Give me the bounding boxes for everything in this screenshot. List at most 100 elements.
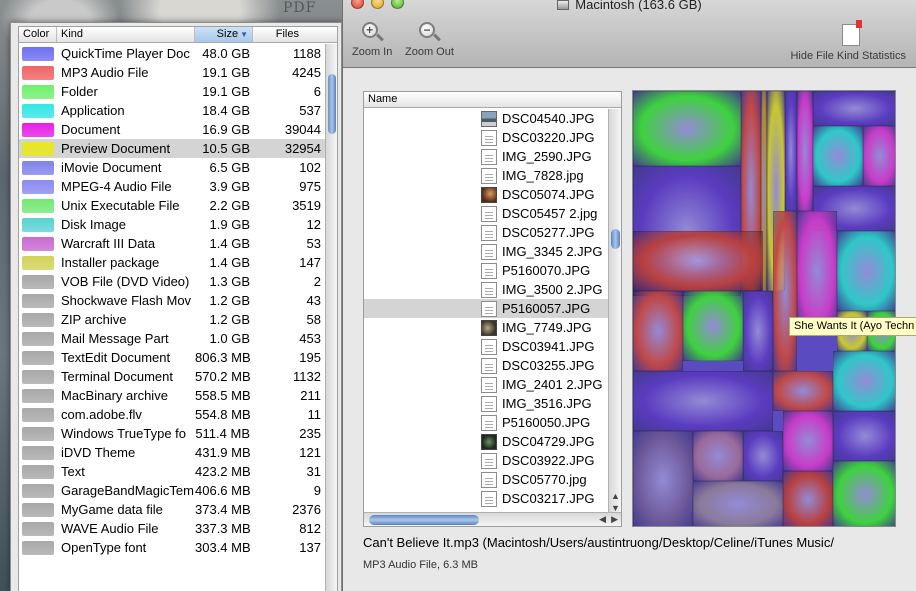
file-row[interactable]: IMG_7828.jpg bbox=[364, 166, 610, 185]
treemap-block[interactable] bbox=[693, 481, 783, 526]
kind-row[interactable]: com.adobe.flv 554.8 MB 11 bbox=[19, 405, 337, 424]
file-row[interactable]: IMG_7749.JPG bbox=[364, 318, 610, 337]
kind-row[interactable]: OpenType font 303.4 MB 137 bbox=[19, 538, 337, 557]
kind-row[interactable]: Shockwave Flash Mov 1.2 GB 43 bbox=[19, 291, 337, 310]
treemap-block[interactable] bbox=[693, 431, 743, 481]
treemap-block[interactable] bbox=[833, 351, 895, 411]
file-row[interactable]: DSC03255.JPG bbox=[364, 356, 610, 375]
kind-row[interactable]: TextEdit Document 806.3 MB 195 bbox=[19, 348, 337, 367]
kind-row[interactable]: MacBinary archive 558.5 MB 211 bbox=[19, 386, 337, 405]
treemap-block[interactable] bbox=[797, 91, 813, 211]
kind-row[interactable]: Disk Image 1.9 GB 12 bbox=[19, 215, 337, 234]
kind-row[interactable]: Folder 19.1 GB 6 bbox=[19, 82, 337, 101]
treemap-block[interactable] bbox=[813, 126, 863, 186]
file-row[interactable]: DSC03220.JPG bbox=[364, 128, 610, 147]
kind-row[interactable]: Unix Executable File 2.2 GB 3519 bbox=[19, 196, 337, 215]
treemap-block[interactable] bbox=[633, 371, 773, 431]
kind-row[interactable]: Application 18.4 GB 537 bbox=[19, 101, 337, 120]
kind-row[interactable]: Warcraft III Data 1.4 GB 53 bbox=[19, 234, 337, 253]
kind-row[interactable]: GarageBandMagicTem 406.6 MB 9 bbox=[19, 481, 337, 500]
kind-row[interactable]: MPEG-4 Audio File 3.9 GB 975 bbox=[19, 177, 337, 196]
file-row[interactable]: DSC03941.JPG bbox=[364, 337, 610, 356]
hide-file-kind-statistics-button[interactable]: Hide File Kind Statistics bbox=[790, 20, 906, 62]
file-row[interactable]: IMG_3500 2.JPG bbox=[364, 280, 610, 299]
treemap-block[interactable] bbox=[633, 291, 683, 371]
treemap-block[interactable] bbox=[797, 211, 837, 331]
file-row[interactable]: IMG_3345 2.JPG bbox=[364, 242, 610, 261]
file-list: DSC04540.JPG DSC03220.JPG IMG_2590.JPG IMG_… bbox=[364, 109, 610, 508]
kind-row[interactable]: Installer package 1.4 GB 147 bbox=[19, 253, 337, 272]
treemap-block[interactable] bbox=[743, 291, 773, 371]
kind-row[interactable]: Mail Message Part 1.0 GB 453 bbox=[19, 329, 337, 348]
file-icon bbox=[481, 205, 497, 222]
file-row[interactable]: DSC05277.JPG bbox=[364, 223, 610, 242]
kind-file-count: 39044 bbox=[284, 122, 321, 137]
treemap-block[interactable] bbox=[773, 211, 797, 371]
file-row[interactable]: DSC05457 2.jpg bbox=[364, 204, 610, 223]
file-browser-horizontal-scrollbar[interactable]: ◀ ▶ bbox=[364, 512, 621, 526]
treemap-block[interactable] bbox=[633, 431, 693, 526]
kind-row[interactable]: iMovie Document 6.5 GB 102 bbox=[19, 158, 337, 177]
kind-row[interactable]: Windows TrueType fo 511.4 MB 235 bbox=[19, 424, 337, 443]
kind-row[interactable]: MP3 Audio File 19.1 GB 4245 bbox=[19, 63, 337, 82]
file-row[interactable]: IMG_2590.JPG bbox=[364, 147, 610, 166]
treemap-block[interactable] bbox=[783, 411, 833, 471]
kind-name: GarageBandMagicTem bbox=[61, 483, 194, 498]
file-row[interactable]: P5160050.JPG bbox=[364, 413, 610, 432]
kind-row[interactable]: Preview Document 10.5 GB 32954 bbox=[19, 139, 337, 158]
kind-row[interactable]: Document 16.9 GB 39044 bbox=[19, 120, 337, 139]
file-browser-vertical-scrollbar[interactable]: ▲ ▼ bbox=[608, 109, 621, 513]
treemap-block[interactable] bbox=[773, 371, 833, 411]
kind-row[interactable]: MyGame data file 373.4 MB 2376 bbox=[19, 500, 337, 519]
file-row[interactable]: DSC05770.jpg bbox=[364, 470, 610, 489]
treemap-block[interactable] bbox=[633, 91, 741, 166]
kind-row[interactable]: Text 423.2 MB 31 bbox=[19, 462, 337, 481]
file-row[interactable]: IMG_2401 2.JPG bbox=[364, 375, 610, 394]
color-swatch bbox=[22, 483, 54, 498]
file-row[interactable]: DSC03922.JPG bbox=[364, 451, 610, 470]
file-browser-scroll-thumb[interactable] bbox=[611, 229, 620, 249]
kind-row[interactable]: Terminal Document 570.2 MB 1132 bbox=[19, 367, 337, 386]
treemap-block[interactable] bbox=[633, 231, 763, 291]
column-header-color[interactable]: Color bbox=[19, 27, 57, 42]
file-row[interactable]: DSC04729.JPG bbox=[364, 432, 610, 451]
zoom-in-button[interactable]: + Zoom In bbox=[352, 22, 392, 58]
file-row[interactable]: P5160070.JPG bbox=[364, 261, 610, 280]
treemap-block[interactable] bbox=[785, 91, 797, 211]
file-row[interactable]: DSC05074.JPG bbox=[364, 185, 610, 204]
treemap-block[interactable] bbox=[833, 461, 895, 526]
kind-row[interactable]: WAVE Audio File 337.3 MB 812 bbox=[19, 519, 337, 538]
kind-file-count: 6 bbox=[313, 84, 321, 99]
file-row[interactable]: DSC04540.JPG bbox=[364, 109, 610, 128]
kind-row[interactable]: iDVD Theme 431.9 MB 121 bbox=[19, 443, 337, 462]
scroll-left-arrow-icon[interactable]: ◀ bbox=[599, 514, 606, 525]
file-row[interactable]: P5160057.JPG bbox=[364, 299, 610, 318]
treemap-block[interactable] bbox=[813, 91, 895, 126]
scroll-up-arrow-icon[interactable]: ▲ bbox=[611, 491, 620, 501]
kind-vertical-scrollbar[interactable] bbox=[325, 44, 337, 591]
treemap-block[interactable] bbox=[783, 471, 833, 526]
treemap-block[interactable] bbox=[863, 126, 895, 186]
file-icon bbox=[481, 110, 497, 127]
file-row[interactable]: DSC03217.JPG bbox=[364, 489, 610, 508]
disk-usage-treemap[interactable] bbox=[632, 90, 896, 527]
kind-row[interactable]: VOB File (DVD Video) 1.3 GB 2 bbox=[19, 272, 337, 291]
file-name: IMG_3516.JPG bbox=[502, 396, 592, 411]
zoom-out-button[interactable]: − Zoom Out bbox=[405, 22, 454, 58]
treemap-block[interactable] bbox=[683, 291, 743, 361]
kind-row[interactable]: ZIP archive 1.2 GB 58 bbox=[19, 310, 337, 329]
kind-scroll-thumb[interactable] bbox=[328, 74, 336, 134]
column-header-files[interactable]: Files bbox=[253, 27, 325, 42]
column-header-name[interactable]: Name bbox=[364, 92, 621, 108]
treemap-block[interactable] bbox=[837, 231, 895, 311]
kind-row[interactable]: QuickTime Player Doc 48.0 GB 1188 bbox=[19, 44, 337, 63]
file-row[interactable]: IMG_3516.JPG bbox=[364, 394, 610, 413]
file-browser-horizontal-thumb[interactable] bbox=[369, 515, 479, 525]
treemap-block[interactable] bbox=[833, 411, 895, 461]
file-name: DSC04729.JPG bbox=[502, 434, 595, 449]
treemap-block[interactable] bbox=[743, 431, 783, 481]
file-name: DSC05074.JPG bbox=[502, 187, 595, 202]
column-header-size[interactable]: Size ▼ bbox=[195, 27, 253, 42]
scroll-right-arrow-icon[interactable]: ▶ bbox=[611, 514, 618, 525]
column-header-kind[interactable]: Kind bbox=[57, 27, 195, 42]
